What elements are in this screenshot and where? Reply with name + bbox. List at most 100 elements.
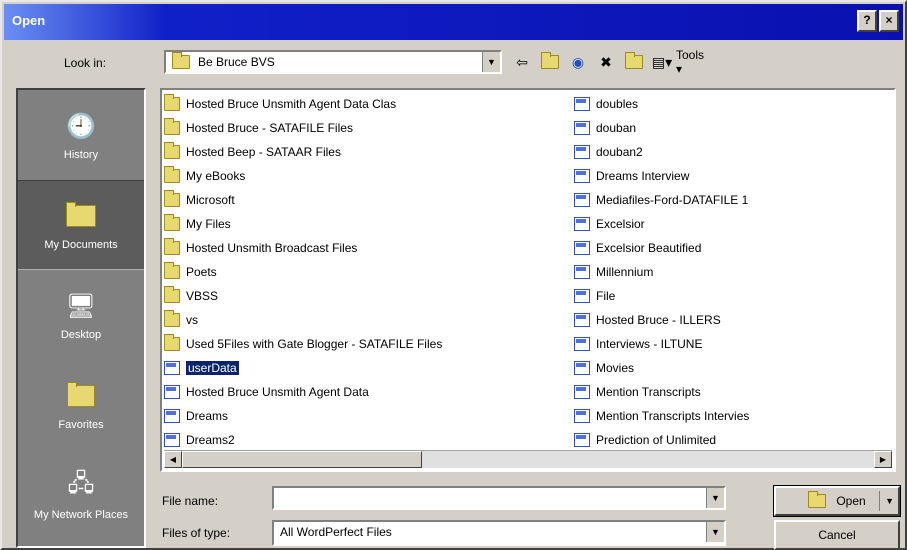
file-column-1: Hosted Bruce Unsmith Agent Data Clas Host… [164,92,564,452]
horizontal-scrollbar[interactable]: ◀ ▶ [164,450,892,468]
file-name: Movies [596,361,635,375]
file-list-item[interactable]: Prediction of Unlimited [574,428,890,452]
file-list-item[interactable]: Millennium [574,260,890,284]
chevron-down-icon[interactable]: ▼ [706,488,724,508]
file-name: My Files [186,217,231,231]
tools-menu-button[interactable]: Tools ▾ [676,48,704,76]
file-name-input[interactable]: ▼ [272,486,726,510]
document-icon [574,289,590,303]
new-folder-icon[interactable] [624,52,644,72]
file-list-item[interactable]: Dreams2 [164,428,564,452]
folder-icon [164,238,180,255]
file-list-item[interactable]: Hosted Bruce Unsmith Agent Data [164,380,564,404]
delete-icon[interactable]: ✖ [596,52,616,72]
document-icon [574,169,590,183]
file-list-item[interactable]: File [574,284,890,308]
chevron-down-icon[interactable]: ▼ [482,52,500,72]
file-list-item[interactable]: Movies [574,356,890,380]
file-list-item[interactable]: Hosted Bruce Unsmith Agent Data Clas [164,92,564,116]
chevron-down-icon[interactable]: ▼ [706,522,724,542]
place-history[interactable]: 🕘 History [18,90,144,180]
help-button[interactable]: ? [857,10,877,32]
document-icon [574,121,590,135]
place-network[interactable]: 🖧 My Network Places [18,450,144,540]
file-column-2: doubles douban douban2 Dreams Interview Medi… [574,92,890,452]
network-icon: 🖧 [67,469,95,497]
document-icon [164,433,180,447]
file-list-item[interactable]: Hosted Bruce - SATAFILE Files [164,116,564,140]
document-icon [574,241,590,255]
folder-icon [164,214,180,231]
place-my-documents[interactable]: My Documents [18,180,144,270]
document-icon [574,145,590,159]
file-list-item[interactable]: Used 5Files with Gate Blogger - SATAFILE… [164,332,564,356]
file-list-item[interactable]: Dreams Interview [574,164,890,188]
document-icon [164,361,180,375]
file-list-item[interactable]: userData [164,356,564,380]
file-name: Excelsior Beautified [596,241,702,255]
scroll-left-icon[interactable]: ◀ [164,451,182,468]
document-icon [164,385,180,399]
place-label: My Documents [44,239,118,251]
file-list-item[interactable]: douban2 [574,140,890,164]
folder-icon [164,94,180,111]
chevron-down-icon[interactable]: ▼ [885,496,894,506]
scroll-thumb[interactable] [182,451,422,468]
file-list-item[interactable]: My Files [164,212,564,236]
folder-icon [164,118,180,135]
file-list-item[interactable]: Hosted Unsmith Broadcast Files [164,236,564,260]
file-list-item[interactable]: Mention Transcripts Intervies [574,404,890,428]
close-button[interactable]: × [879,10,899,32]
title-bar[interactable]: Open ? × [4,4,903,40]
place-desktop[interactable]: 🖥 Desktop [18,270,144,360]
place-label: History [63,149,99,161]
folder-icon [164,166,180,183]
look-in-combobox[interactable]: Be Bruce BVS ▼ [164,50,502,74]
place-favorites[interactable]: Favorites [18,360,144,450]
file-name: Hosted Unsmith Broadcast Files [186,241,358,255]
file-name: Used 5Files with Gate Blogger - SATAFILE… [186,337,443,351]
place-label: Favorites [58,419,104,431]
file-list-item[interactable]: Excelsior Beautified [574,236,890,260]
file-name: Interviews - ILTUNE [596,337,703,351]
open-button-divider [879,491,880,511]
file-list-item[interactable]: Hosted Bruce - ILLERS [574,308,890,332]
toolbar-icons: ⇦ ◉ ✖ ▤▾ Tools ▾ [512,48,704,76]
folder-icon [164,142,180,159]
cancel-button[interactable]: Cancel [774,520,900,550]
back-icon[interactable]: ⇦ [512,52,532,72]
file-type-value: All WordPerfect Files [280,525,392,539]
file-name: Hosted Bruce Unsmith Agent Data [186,385,369,399]
file-name: VBSS [186,289,219,303]
place-label: Desktop [60,329,102,341]
views-icon[interactable]: ▤▾ [652,52,672,72]
search-web-icon[interactable]: ◉ [568,52,588,72]
up-folder-icon[interactable] [540,52,560,72]
window-title: Open [12,13,46,28]
file-list-item[interactable]: VBSS [164,284,564,308]
file-list-item[interactable]: Excelsior [574,212,890,236]
file-list-item[interactable]: Poets [164,260,564,284]
folder-icon [172,52,190,69]
document-icon [574,385,590,399]
look-in-label: Look in: [64,56,107,70]
file-list-item[interactable]: Mention Transcripts [574,380,890,404]
file-list-item[interactable]: Dreams [164,404,564,428]
file-name: Hosted Beep - SATAAR Files [186,145,341,159]
file-name-label: File name: [162,494,219,508]
document-icon [574,433,590,447]
file-list-item[interactable]: vs [164,308,564,332]
scroll-right-icon[interactable]: ▶ [874,451,892,468]
file-type-select[interactable]: All WordPerfect Files ▼ [272,520,726,546]
place-label: My Network Places [33,509,129,521]
file-list-item[interactable]: My eBooks [164,164,564,188]
file-list-item[interactable]: douban [574,116,890,140]
open-button[interactable]: Open ▼ [773,485,901,517]
file-list-item[interactable]: doubles [574,92,890,116]
file-list[interactable]: Hosted Bruce Unsmith Agent Data Clas Host… [160,88,896,472]
file-list-item[interactable]: Interviews - ILTUNE [574,332,890,356]
file-type-label: Files of type: [162,526,231,540]
file-list-item[interactable]: Hosted Beep - SATAAR Files [164,140,564,164]
file-list-item[interactable]: Mediafiles-Ford-DATAFILE 1 [574,188,890,212]
file-list-item[interactable]: Microsoft [164,188,564,212]
